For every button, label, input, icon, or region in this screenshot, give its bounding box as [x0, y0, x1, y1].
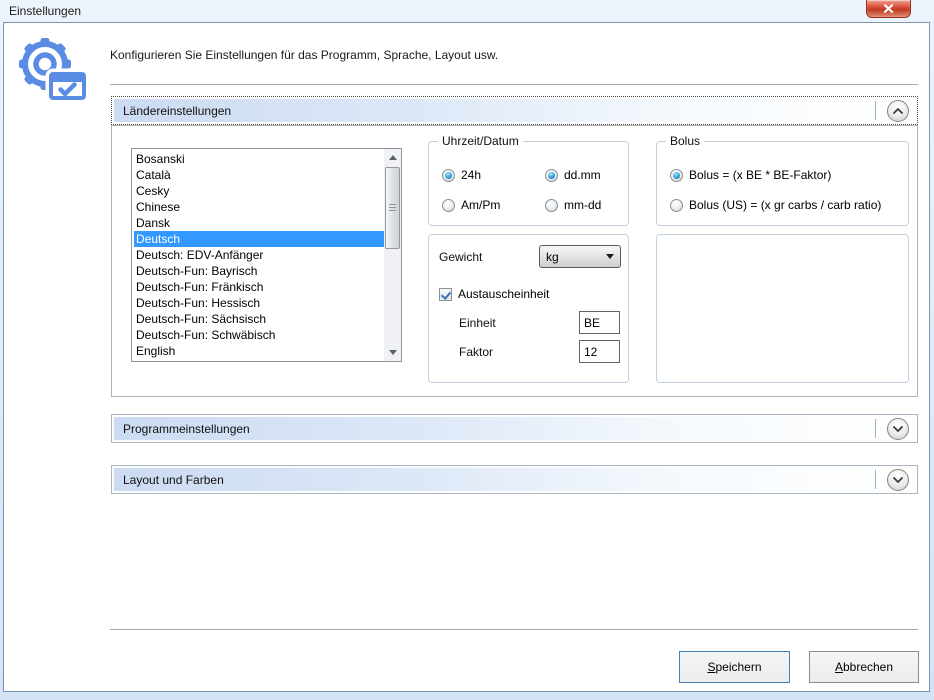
titlebar[interactable]: Einstellungen [0, 0, 934, 22]
language-list: Bosanski Català Cesky Chinese Dansk Deut… [132, 149, 384, 361]
scrollbar-thumb[interactable] [385, 167, 400, 249]
collapse-button[interactable] [887, 100, 909, 122]
checkbox-icon [439, 288, 452, 301]
list-item[interactable]: Deutsch-Fun: Schwäbisch [134, 327, 384, 343]
radio-option-ddmm[interactable]: dd.mm [545, 168, 601, 182]
radio-option-bolus-be[interactable]: Bolus = (x BE * BE-Faktor) [670, 168, 831, 182]
einheit-label: Einheit [459, 316, 496, 330]
section-header-fill [114, 468, 915, 491]
scroll-up-button[interactable] [384, 149, 401, 166]
dialog-body: Konfigurieren Sie Einstellungen für das … [3, 22, 930, 692]
list-item[interactable]: Bosanski [134, 151, 384, 167]
radio-label: mm-dd [564, 198, 601, 212]
close-button[interactable] [866, 0, 911, 18]
checkbox-label: Austauscheinheit [458, 287, 549, 301]
uhrzeit-datum-group: Uhrzeit/Datum 24h dd.mm Am/Pm mm-dd [428, 141, 629, 226]
radio-label: Am/Pm [461, 198, 500, 212]
cancel-button[interactable]: Abbrechen [809, 651, 919, 683]
section-header-laendereinstellungen[interactable]: Ländereinstellungen [111, 96, 918, 125]
radio-icon [442, 199, 455, 212]
list-item[interactable]: Chinese [134, 199, 384, 215]
section-title: Programmeinstellungen [123, 422, 250, 436]
radio-icon [670, 199, 683, 212]
section-title: Layout und Farben [123, 473, 224, 487]
radio-label: Bolus = (x BE * BE-Faktor) [689, 168, 831, 182]
group-title: Bolus [666, 134, 704, 148]
language-listbox[interactable]: Bosanski Català Cesky Chinese Dansk Deut… [131, 148, 402, 362]
list-item[interactable]: Dansk [134, 215, 384, 231]
radio-label: 24h [461, 168, 481, 182]
dialog-description: Konfigurieren Sie Einstellungen für das … [110, 48, 498, 62]
gewicht-select[interactable]: kg [539, 245, 621, 268]
einheit-input[interactable] [579, 311, 620, 334]
footer-divider [110, 629, 918, 630]
save-button-label: peichern [715, 660, 761, 674]
section-header-fill [114, 99, 915, 122]
select-value: kg [546, 250, 559, 264]
chevron-down-icon [893, 477, 903, 483]
section-separator [875, 470, 876, 489]
radio-label: Bolus (US) = (x gr carbs / carb ratio) [689, 198, 881, 212]
scroll-up-icon [389, 155, 397, 160]
save-button-mnemonic: S [707, 660, 715, 674]
list-item[interactable]: Deutsch: EDV-Anfänger [134, 247, 384, 263]
austauscheinheit-checkbox[interactable]: Austauscheinheit [439, 287, 549, 301]
list-item[interactable]: Deutsch [134, 231, 384, 247]
section-title: Ländereinstellungen [123, 104, 231, 118]
language-list-scrollbar[interactable] [384, 149, 401, 361]
section-separator [875, 419, 876, 438]
scroll-down-icon [389, 350, 397, 355]
radio-icon [670, 169, 683, 182]
chevron-down-icon [893, 426, 903, 432]
radio-option-24h[interactable]: 24h [442, 168, 481, 182]
list-item[interactable]: Deutsch-Fun: Bayrisch [134, 263, 384, 279]
close-icon [883, 4, 894, 13]
section-header-programmeinstellungen[interactable]: Programmeinstellungen [111, 414, 918, 443]
laendereinstellungen-panel: Bosanski Català Cesky Chinese Dansk Deut… [111, 125, 918, 397]
radio-icon [545, 169, 558, 182]
radio-option-mmdd[interactable]: mm-dd [545, 198, 601, 212]
cancel-button-mnemonic: A [835, 660, 843, 674]
expand-button[interactable] [887, 469, 909, 491]
cancel-button-label: bbrechen [843, 660, 893, 674]
chevron-up-icon [893, 108, 903, 114]
radio-option-bolus-us[interactable]: Bolus (US) = (x gr carbs / carb ratio) [670, 198, 881, 212]
list-item[interactable]: Deutsch-Fun: Fränkisch [134, 279, 384, 295]
faktor-input[interactable] [579, 340, 620, 363]
radio-icon [442, 169, 455, 182]
expand-button[interactable] [887, 418, 909, 440]
group-title: Uhrzeit/Datum [438, 134, 523, 148]
gewicht-label: Gewicht [439, 250, 482, 264]
radio-option-ampm[interactable]: Am/Pm [442, 198, 500, 212]
faktor-label: Faktor [459, 345, 493, 359]
dropdown-arrow-icon [606, 254, 614, 259]
bolus-group: Bolus Bolus = (x BE * BE-Faktor) Bolus (… [656, 141, 909, 226]
section-separator [875, 101, 876, 120]
save-button[interactable]: Speichern [679, 651, 790, 683]
gewicht-group: Gewicht kg Austauscheinheit Einheit Fakt… [428, 234, 629, 383]
scroll-down-button[interactable] [384, 344, 401, 361]
radio-label: dd.mm [564, 168, 601, 182]
radio-icon [545, 199, 558, 212]
settings-gear-icon [16, 32, 92, 108]
list-item[interactable]: English [134, 343, 384, 359]
scrollbar-grip-icon [389, 204, 396, 212]
header-divider [110, 84, 918, 85]
section-header-layout-und-farben[interactable]: Layout und Farben [111, 465, 918, 494]
bolus-extra-panel [656, 234, 909, 383]
list-item[interactable]: Cesky [134, 183, 384, 199]
list-item[interactable]: Deutsch-Fun: Sächsisch [134, 311, 384, 327]
settings-window: Einstellungen [0, 0, 934, 700]
list-item[interactable]: Deutsch-Fun: Hessisch [134, 295, 384, 311]
window-title: Einstellungen [9, 4, 81, 18]
list-item[interactable]: Català [134, 167, 384, 183]
